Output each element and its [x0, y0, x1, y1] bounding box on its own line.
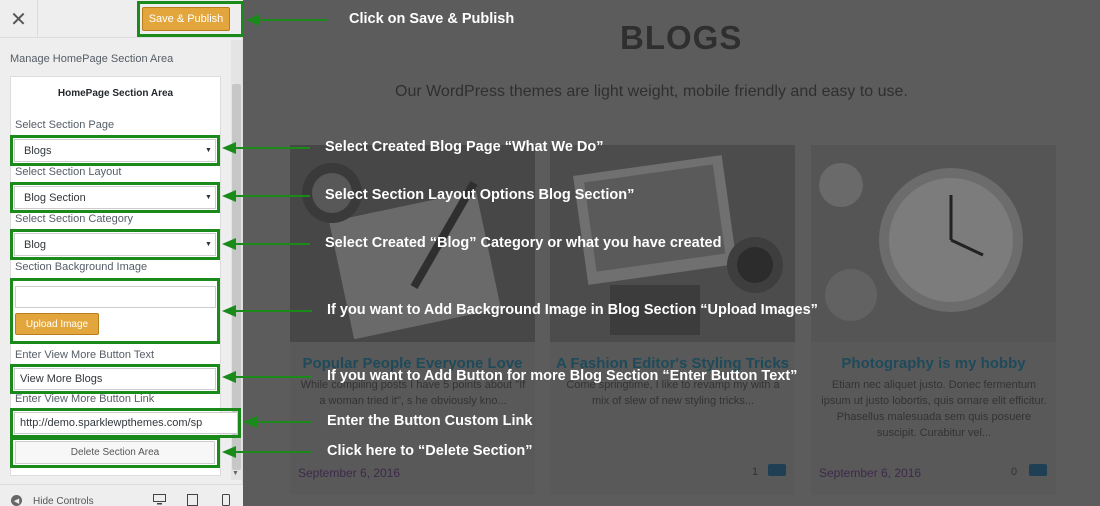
comment-icon[interactable] [1029, 464, 1047, 476]
view-more-text-label: Enter View More Button Text [15, 349, 154, 361]
blogs-heading: BLOGS [620, 19, 743, 56]
comment-count: 0 [1011, 466, 1018, 478]
hide-controls-button[interactable]: Hide Controls [33, 496, 94, 506]
blog-card[interactable]: Photography is my hobby Etiam nec alique… [811, 145, 1056, 495]
annotation-button-text: If you want to Add Button for more Blog … [327, 368, 798, 384]
blog-card-title[interactable]: Photography is my hobby [811, 355, 1056, 372]
view-more-link-label: Enter View More Button Link [15, 393, 155, 405]
annotation-page: Select Created Blog Page “What We Do” [325, 139, 604, 155]
annotation-save: Click on Save & Publish [349, 11, 515, 27]
annotation-arrow [234, 451, 312, 453]
annotation-arrow [234, 243, 310, 245]
section-area-title[interactable]: HomePage Section Area [10, 88, 221, 99]
collapse-arrow-icon[interactable]: ◀ [11, 495, 22, 506]
close-icon[interactable]: ✕ [0, 0, 38, 38]
section-layout-select[interactable]: Blog Section [14, 186, 216, 209]
section-page-select[interactable]: Blogs [14, 139, 216, 162]
annotation-arrow [234, 310, 312, 312]
chevron-down-icon: ▼ [205, 194, 212, 201]
annotation-arrow [258, 19, 328, 21]
comment-count: 1 [752, 466, 759, 478]
annotation-button-link: Enter the Button Custom Link [327, 413, 533, 429]
chevron-down-icon: ▼ [205, 241, 212, 248]
blog-card-date: September 6, 2016 [298, 466, 401, 480]
save-publish-button[interactable]: Save & Publish [142, 7, 230, 31]
blog-card-excerpt: Etiam nec aliquet justo. Donec fermentum… [821, 379, 1047, 439]
delete-section-button[interactable]: Delete Section Area [15, 441, 215, 464]
upload-image-button[interactable]: Upload Image [15, 313, 99, 335]
chevron-down-icon: ▼ [205, 147, 212, 154]
tablet-icon[interactable] [187, 494, 198, 506]
section-page-label: Select Section Page [15, 119, 115, 131]
annotation-background: If you want to Add Background Image in B… [327, 302, 818, 318]
mobile-icon[interactable] [222, 494, 230, 506]
blogs-subheading: Our WordPress themes are light weight, m… [395, 83, 908, 100]
annotation-layout: Select Section Layout Options Blog Secti… [325, 187, 635, 203]
section-layout-label: Select Section Layout [15, 166, 122, 178]
section-category-select[interactable]: Blog [14, 233, 216, 256]
annotation-arrow [234, 195, 310, 197]
annotation-delete: Click here to “Delete Section” [327, 443, 533, 459]
comment-icon[interactable] [768, 464, 786, 476]
annotation-arrow [234, 147, 310, 149]
annotation-arrow [234, 376, 312, 378]
blog-card-date: September 6, 2016 [819, 466, 922, 480]
annotation-category: Select Created “Blog” Category or what y… [325, 235, 722, 251]
scroll-down-icon[interactable]: ▼ [232, 470, 239, 477]
bg-image-label: Section Background Image [15, 261, 148, 273]
pocket-watch-photo [811, 145, 1056, 342]
bg-image-field[interactable] [15, 286, 216, 308]
section-breadcrumb[interactable]: Manage HomePage Section Area [10, 53, 173, 65]
section-category-label: Select Section Category [15, 213, 134, 225]
desktop-icon[interactable] [153, 494, 166, 506]
view-more-link-input[interactable]: http://demo.sparklewpthemes.com/sp [14, 412, 238, 434]
view-more-text-input[interactable]: View More Blogs [14, 368, 216, 390]
annotation-arrow [255, 421, 312, 423]
